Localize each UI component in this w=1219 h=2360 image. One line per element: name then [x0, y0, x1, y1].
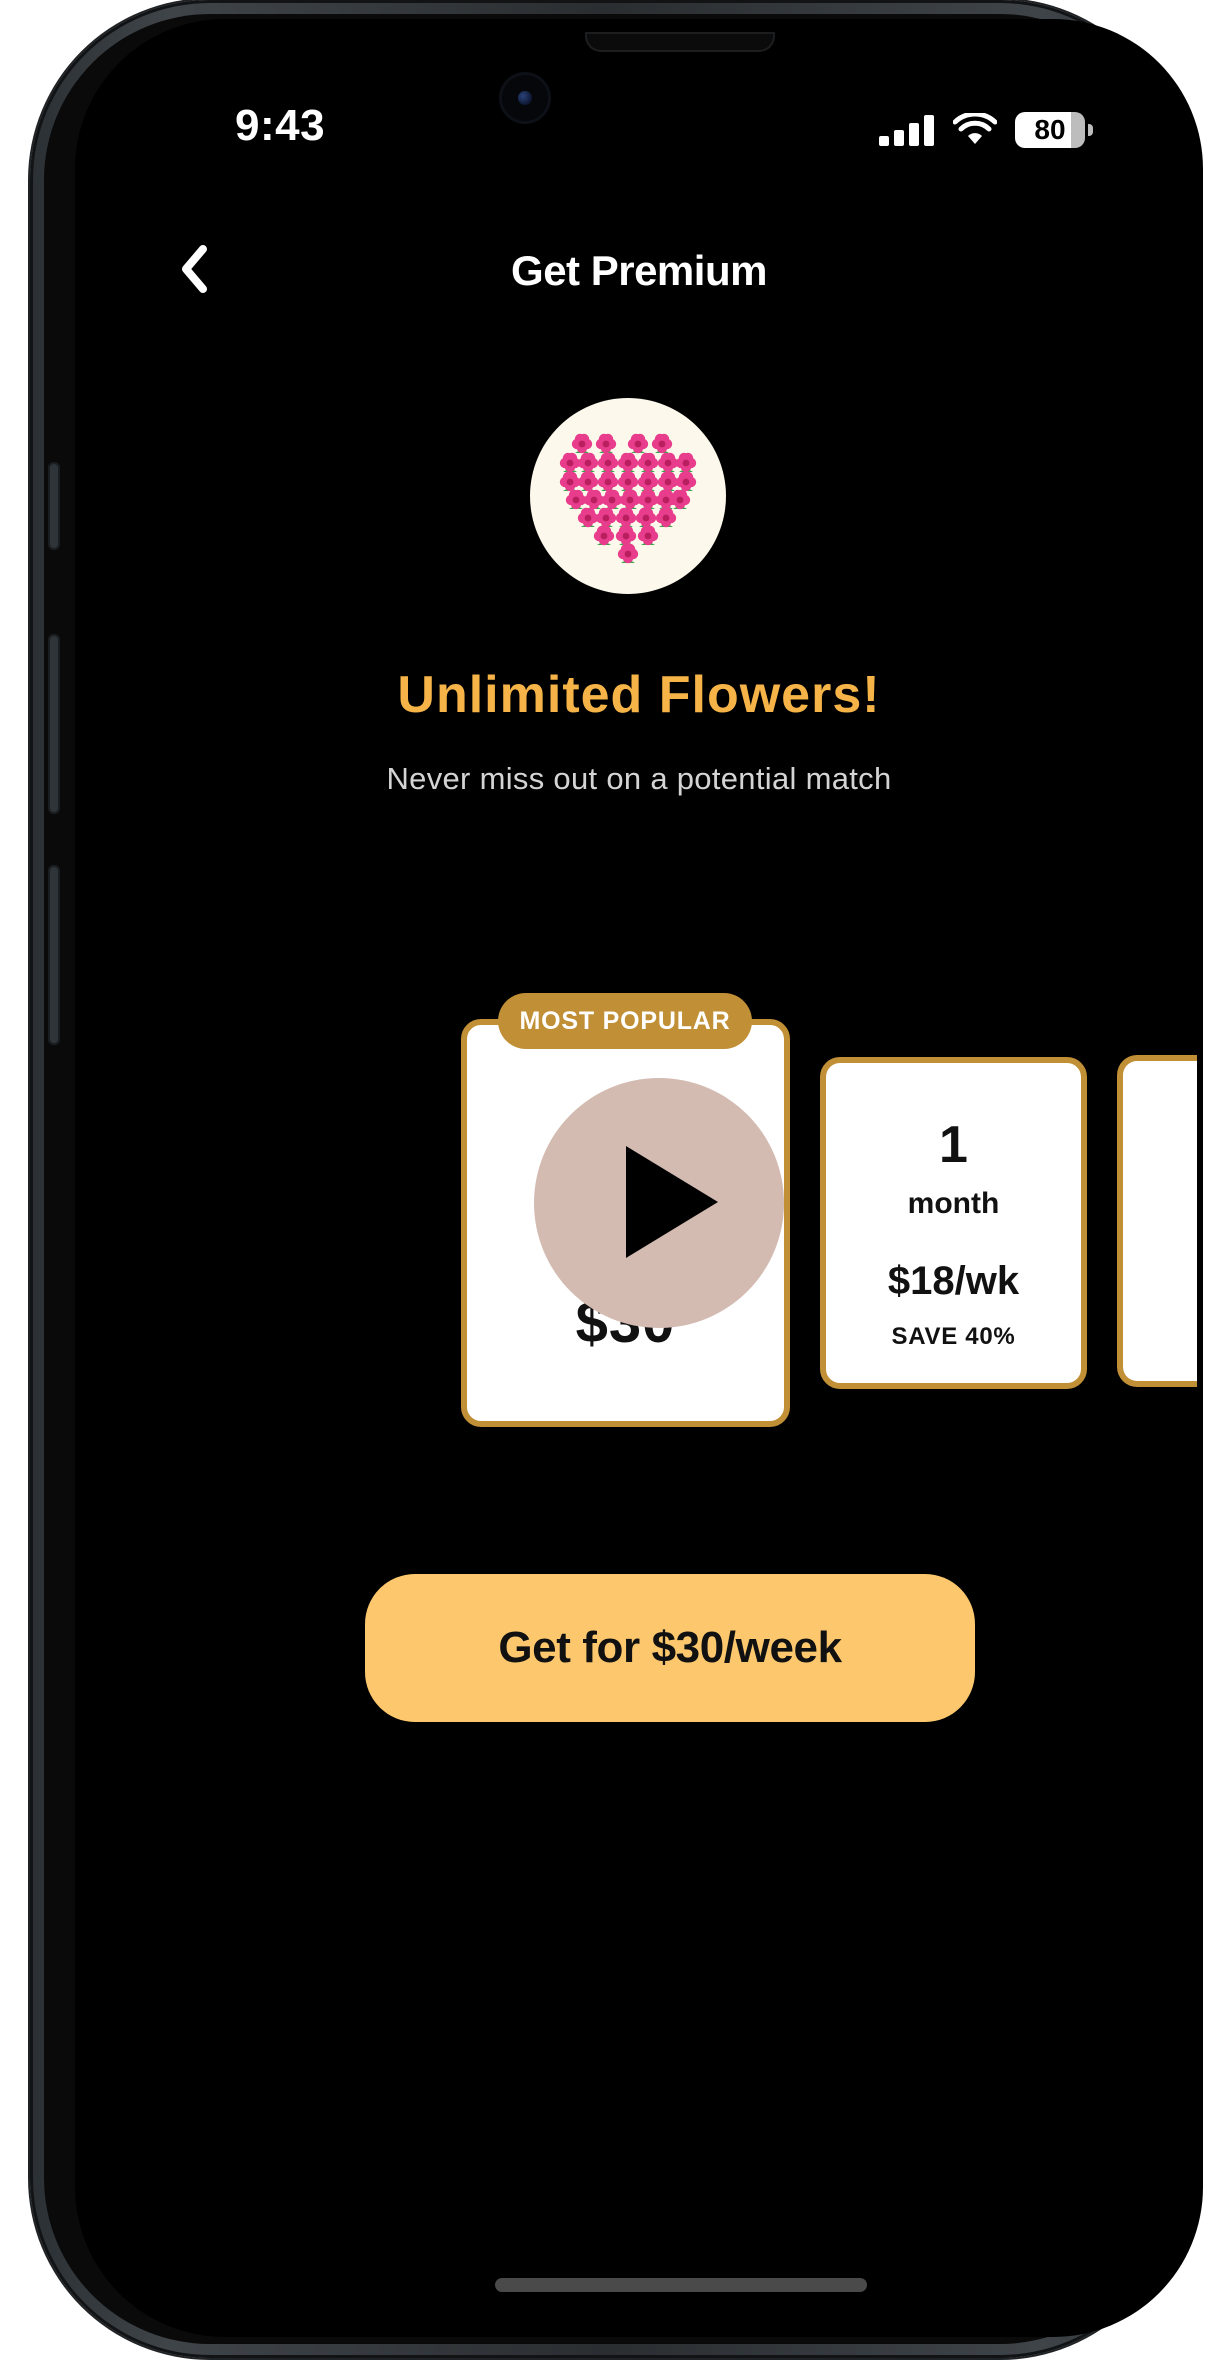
flower-icon: [617, 452, 639, 473]
flower-icon: [565, 489, 587, 510]
flower-icon: [635, 507, 657, 528]
flower-icon: [593, 525, 615, 546]
flower-icon: [669, 489, 691, 510]
most-popular-badge: MOST POPULAR: [498, 993, 752, 1049]
navigation-bar: Get Premium: [75, 219, 1203, 319]
plan-duration: 1: [939, 1116, 968, 1174]
phone-frame: 9:43 80 Get Premium Unlimited Flowers! N…: [30, 0, 1203, 2358]
plan-duration-unit: month: [907, 1187, 1000, 1220]
status-bar: 9:43 80: [75, 91, 1203, 155]
flower-icon: [637, 471, 659, 492]
page-title: Get Premium: [511, 247, 767, 294]
flower-icon: [577, 452, 599, 473]
action-button: [48, 462, 60, 550]
status-icons: 80: [879, 112, 1093, 148]
flower-icon: [651, 433, 673, 454]
flower-icon: [577, 507, 599, 528]
app-screen: 9:43 80 Get Premium Unlimited Flowers! N…: [75, 19, 1203, 2337]
flower-icon: [571, 433, 593, 454]
flower-icon: [583, 489, 605, 510]
flower-icon: [615, 507, 637, 528]
flower-icon: [559, 471, 581, 492]
flower-icon: [675, 471, 697, 492]
flower-icon: [655, 507, 677, 528]
flower-icon: [617, 471, 639, 492]
speaker-grille: [585, 32, 775, 52]
purchase-button[interactable]: Get for $30/week: [365, 1574, 975, 1722]
signal-bar-4: [924, 115, 934, 146]
feature-icon: [530, 398, 726, 594]
battery-percentage: 80: [1034, 114, 1066, 145]
flower-icon: [559, 452, 581, 473]
plan-card-one-month[interactable]: 1 month $18/wk SAVE 40%: [820, 1057, 1087, 1389]
flower-icon: [615, 525, 637, 546]
plan-card-partial[interactable]: [1117, 1055, 1197, 1387]
signal-bar-1: [879, 136, 889, 146]
flower-icon: [637, 525, 659, 546]
flower-icon: [619, 489, 641, 510]
feature-title: Unlimited Flowers!: [397, 666, 881, 724]
plan-price: $18/wk: [887, 1259, 1020, 1303]
plan-savings: SAVE 40%: [891, 1323, 1016, 1350]
volume-up-button: [48, 634, 60, 814]
flower-icon: [577, 471, 599, 492]
signal-bar-3: [909, 123, 919, 146]
wifi-icon: [953, 113, 997, 144]
heart-of-flowers-icon: [559, 433, 697, 564]
flower-icon: [675, 452, 697, 473]
play-button[interactable]: [534, 1078, 784, 1328]
flower-icon: [617, 543, 639, 564]
signal-icon: [879, 114, 935, 146]
home-indicator[interactable]: [495, 2278, 867, 2292]
signal-bar-2: [894, 130, 904, 146]
flower-icon: [627, 433, 649, 454]
volume-down-button: [48, 865, 60, 1045]
battery-nub: [1088, 124, 1093, 136]
flower-icon: [637, 452, 659, 473]
flower-icon: [601, 489, 623, 510]
status-time: 9:43: [235, 101, 326, 150]
flower-icon: [595, 507, 617, 528]
flower-icon: [637, 489, 659, 510]
flower-icon: [657, 452, 679, 473]
battery-icon: 80: [1015, 112, 1093, 148]
flower-icon: [597, 471, 619, 492]
flower-icon: [595, 433, 617, 454]
flower-icon: [597, 452, 619, 473]
play-icon: [626, 1146, 718, 1258]
flower-icon: [657, 471, 679, 492]
feature-subtitle: Never miss out on a potential match: [386, 761, 892, 796]
